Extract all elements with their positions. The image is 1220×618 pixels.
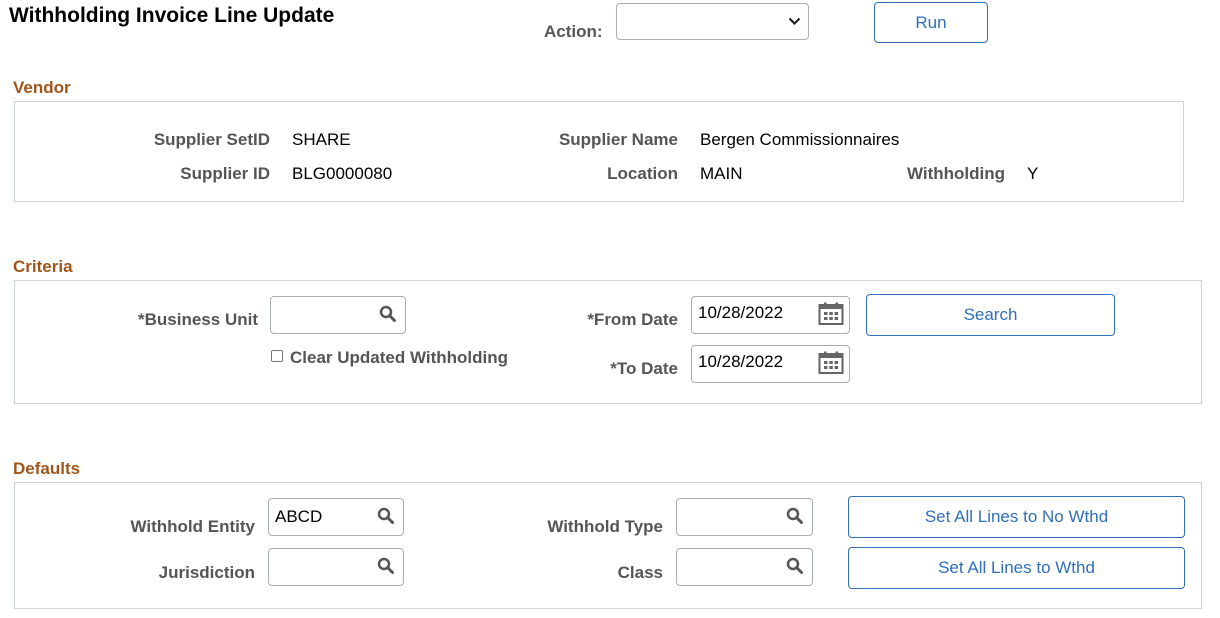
search-icon[interactable] — [377, 507, 395, 525]
supplier-setid-value: SHARE — [292, 130, 351, 149]
supplier-id-value: BLG0000080 — [292, 164, 393, 183]
withhold-entity-label: Withhold Entity — [130, 517, 256, 536]
clear-updated-withholding-label[interactable]: Clear Updated Withholding — [290, 348, 508, 368]
withhold-type-input[interactable] — [676, 498, 813, 536]
withhold-entity-input[interactable]: ABCD — [268, 498, 404, 536]
business-unit-label: *Business Unit — [138, 310, 258, 329]
criteria-section-title: Criteria — [13, 257, 73, 276]
action-select[interactable] — [616, 3, 809, 40]
jurisdiction-input[interactable] — [268, 548, 404, 586]
jurisdiction-label: Jurisdiction — [158, 563, 255, 582]
supplier-name-label: Supplier Name — [558, 130, 678, 149]
supplier-id-label: Supplier ID — [180, 164, 270, 183]
business-unit-input[interactable] — [270, 296, 406, 334]
withhold-entity-value: ABCD — [275, 507, 323, 526]
to-date-input[interactable]: 10/28/2022 — [691, 345, 850, 383]
search-button[interactable]: Search — [866, 294, 1115, 336]
clear-updated-withholding-checkbox[interactable] — [271, 350, 283, 362]
location-label: Location — [607, 164, 678, 183]
search-icon[interactable] — [377, 557, 395, 575]
class-label: Class — [617, 563, 663, 582]
page-title: Withholding Invoice Line Update — [9, 4, 335, 27]
supplier-name-value: Bergen Commissionnaires — [700, 130, 900, 149]
to-date-label: *To Date — [610, 359, 678, 378]
from-date-value: 10/28/2022 — [698, 303, 784, 322]
class-input[interactable] — [676, 548, 813, 586]
withholding-label: Withholding — [906, 164, 1005, 183]
vendor-section-title: Vendor — [13, 78, 71, 97]
chevron-down-icon — [788, 17, 801, 26]
location-value: MAIN — [700, 164, 743, 183]
to-date-value: 10/28/2022 — [698, 352, 784, 371]
withhold-type-label: Withhold Type — [547, 517, 663, 536]
calendar-icon[interactable] — [818, 302, 844, 326]
search-icon[interactable] — [786, 507, 804, 525]
run-button[interactable]: Run — [874, 2, 988, 43]
search-icon[interactable] — [786, 557, 804, 575]
set-all-lines-wthd-button[interactable]: Set All Lines to Wthd — [848, 547, 1185, 589]
supplier-setid-label: Supplier SetID — [153, 130, 270, 149]
vendor-panel — [14, 101, 1184, 202]
defaults-section-title: Defaults — [13, 459, 81, 478]
set-all-lines-no-wthd-button[interactable]: Set All Lines to No Wthd — [848, 496, 1185, 538]
calendar-icon[interactable] — [818, 351, 844, 375]
from-date-label: *From Date — [587, 310, 678, 329]
from-date-input[interactable]: 10/28/2022 — [691, 296, 850, 334]
action-label: Action: — [544, 22, 603, 41]
withholding-value: Y — [1027, 164, 1039, 183]
search-icon[interactable] — [379, 305, 397, 323]
